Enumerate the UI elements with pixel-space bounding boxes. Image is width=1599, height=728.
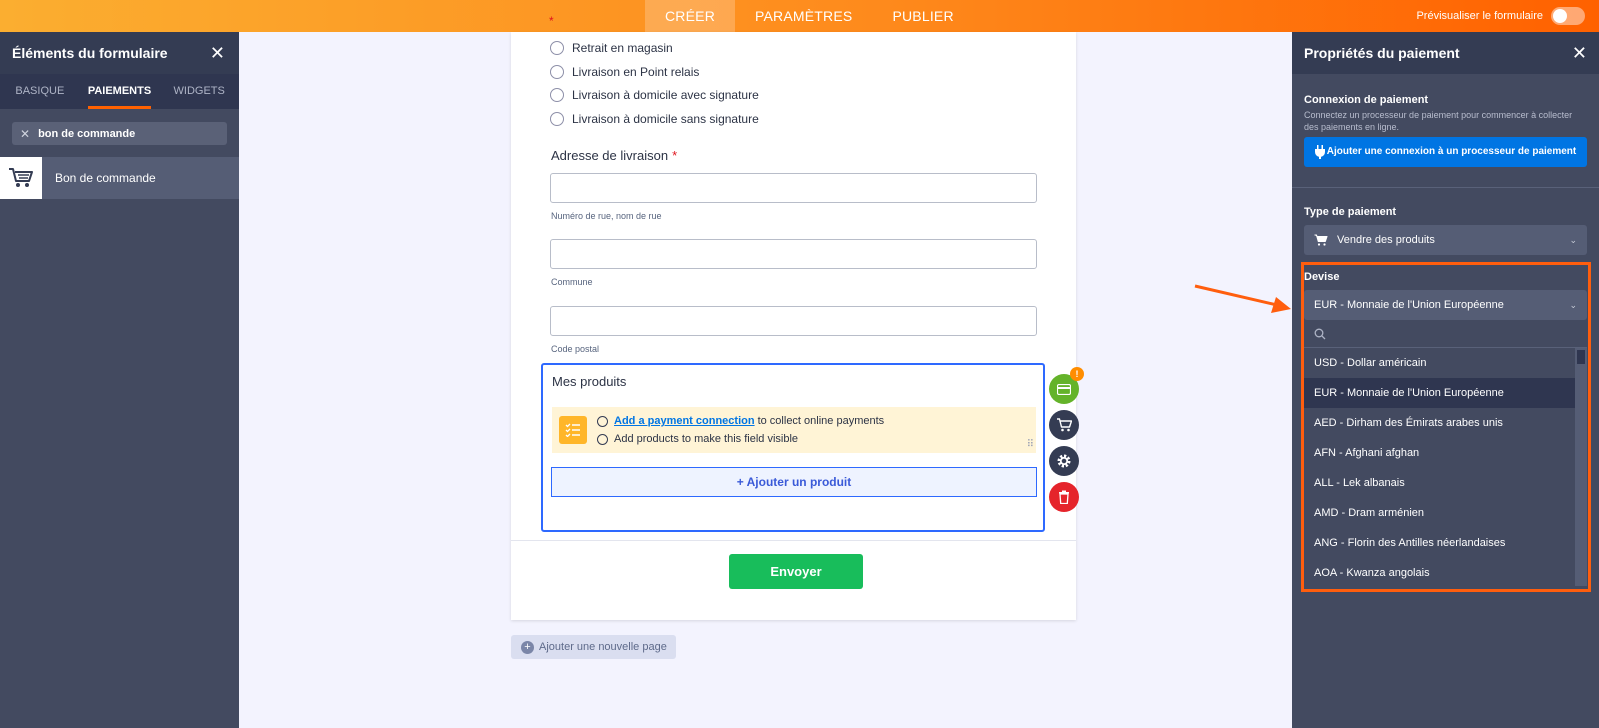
- field-settings-button[interactable]: [1049, 446, 1079, 476]
- tab-widgets[interactable]: WIDGETS: [159, 74, 239, 109]
- radio-label: Livraison à domicile avec signature: [572, 88, 759, 102]
- right-panel-title: Propriétés du paiement: [1304, 45, 1460, 61]
- close-icon[interactable]: ✕: [1572, 44, 1587, 62]
- warning-line-text: to collect online payments: [757, 415, 885, 427]
- cart-icon: [1314, 234, 1328, 246]
- radio-button[interactable]: [550, 41, 564, 55]
- divider: [511, 540, 1076, 541]
- trash-icon: [1059, 490, 1069, 504]
- radio-option[interactable]: Livraison à domicile sans signature: [550, 112, 759, 126]
- add-connection-label: Ajouter une connexion à un processeur de…: [1326, 146, 1577, 157]
- gear-icon: [1057, 454, 1071, 468]
- warning-line: Add products to make this field visible: [597, 430, 884, 448]
- warning-line: Add a payment connection to collect onli…: [597, 412, 884, 430]
- left-panel-title: Éléments du formulaire: [12, 45, 168, 61]
- payment-type-value: Vendre des produits: [1337, 234, 1435, 246]
- payment-warning: Add a payment connection to collect onli…: [552, 407, 1036, 453]
- form-canvas: Retrait en magasin Livraison en Point re…: [511, 32, 1076, 620]
- add-payment-connection-link[interactable]: Add a payment connection: [614, 412, 755, 430]
- chevron-down-icon: ⌄: [1569, 234, 1577, 245]
- warning-line-text: Add products to make this field visible: [614, 433, 799, 445]
- postal-sublabel: Code postal: [551, 344, 600, 354]
- list-icon: [559, 416, 587, 444]
- top-bar: * CRÉER PARAMÈTRES PUBLIER Prévisualiser…: [0, 0, 1599, 32]
- radio-option[interactable]: Livraison à domicile avec signature: [550, 88, 759, 102]
- circle-icon: [597, 415, 608, 427]
- connection-description: Connectez un processeur de paiement pour…: [1304, 110, 1573, 132]
- tab-publish[interactable]: PUBLIER: [872, 0, 973, 32]
- radio-button[interactable]: [550, 65, 564, 79]
- unsaved-indicator: *: [549, 14, 554, 28]
- payment-connection-section: Connexion de paiement Connectez un proce…: [1292, 94, 1599, 167]
- clear-search-icon[interactable]: ✕: [20, 127, 30, 141]
- right-panel-header: Propriétés du paiement ✕: [1292, 32, 1599, 74]
- add-page-label: Ajouter une nouvelle page: [539, 641, 667, 653]
- product-list-field[interactable]: Mes produits Add a payment connection to…: [541, 363, 1045, 532]
- tab-settings[interactable]: PARAMÈTRES: [735, 0, 872, 32]
- radio-label: Livraison à domicile sans signature: [572, 112, 759, 126]
- search-value: bon de commande: [38, 127, 136, 140]
- top-navigation: CRÉER PARAMÈTRES PUBLIER: [645, 0, 974, 32]
- left-panel-header: Éléments du formulaire ✕: [0, 32, 239, 74]
- payment-type-select[interactable]: Vendre des produits ⌄: [1304, 225, 1587, 255]
- cart-icon: [1057, 418, 1072, 432]
- credit-card-icon: [1057, 383, 1071, 395]
- cart-icon: [0, 157, 42, 199]
- add-connection-button[interactable]: Ajouter une connexion à un processeur de…: [1304, 137, 1587, 167]
- element-purchase-order[interactable]: Bon de commande: [0, 157, 239, 199]
- radio-option[interactable]: Livraison en Point relais: [550, 65, 699, 79]
- delete-field-button[interactable]: [1049, 482, 1079, 512]
- street-sublabel: Numéro de rue, nom de rue: [551, 211, 662, 221]
- connection-heading: Connexion de paiement: [1304, 94, 1429, 106]
- element-search-input[interactable]: ✕ bon de commande: [12, 122, 227, 145]
- address-label-text: Adresse de livraison: [551, 148, 669, 163]
- add-page-button[interactable]: + Ajouter une nouvelle page: [511, 635, 676, 659]
- radio-option[interactable]: Retrait en magasin: [550, 41, 673, 55]
- warning-badge: !: [1070, 367, 1084, 381]
- tab-payments[interactable]: PAIEMENTS: [80, 74, 160, 109]
- postal-code-input[interactable]: [550, 306, 1037, 336]
- plug-icon: [1315, 145, 1325, 159]
- divider: [1292, 187, 1599, 188]
- annotation-arrow-icon: [1194, 284, 1291, 313]
- tab-basic[interactable]: BASIQUE: [0, 74, 80, 109]
- street-address-input[interactable]: [550, 173, 1037, 203]
- city-sublabel: Commune: [551, 277, 593, 287]
- close-icon[interactable]: ✕: [210, 44, 225, 62]
- payment-settings-button[interactable]: !: [1049, 367, 1084, 404]
- warning-text: Add a payment connection to collect onli…: [597, 412, 884, 448]
- drag-handle-icon[interactable]: ⠿: [1027, 439, 1034, 450]
- radio-button[interactable]: [550, 112, 564, 126]
- radio-label: Retrait en magasin: [572, 41, 673, 55]
- annotation-highlight-box: [1301, 262, 1591, 592]
- add-product-button[interactable]: + Ajouter un produit: [551, 467, 1037, 497]
- address-label: Adresse de livraison *: [551, 148, 677, 163]
- left-panel-tabs: BASIQUE PAIEMENTS WIDGETS: [0, 74, 239, 109]
- payment-type-section: Type de paiement Vendre des produits ⌄: [1292, 206, 1599, 255]
- radio-button[interactable]: [550, 88, 564, 102]
- element-label: Bon de commande: [55, 171, 156, 185]
- products-button[interactable]: [1049, 410, 1079, 440]
- preview-label: Prévisualiser le formulaire: [1416, 10, 1543, 22]
- product-field-title: Mes produits: [552, 374, 627, 389]
- form-elements-panel: Éléments du formulaire ✕ BASIQUE PAIEMEN…: [0, 32, 239, 728]
- required-mark: *: [672, 148, 678, 163]
- city-input[interactable]: [550, 239, 1037, 269]
- tab-create[interactable]: CRÉER: [645, 0, 736, 32]
- payment-type-heading: Type de paiement: [1304, 206, 1397, 218]
- submit-button[interactable]: Envoyer: [729, 554, 863, 589]
- radio-label: Livraison en Point relais: [572, 65, 700, 79]
- preview-toggle[interactable]: [1551, 7, 1585, 25]
- plus-icon: +: [521, 640, 534, 654]
- circle-icon: [597, 433, 608, 445]
- preview-form: Prévisualiser le formulaire: [1416, 7, 1585, 25]
